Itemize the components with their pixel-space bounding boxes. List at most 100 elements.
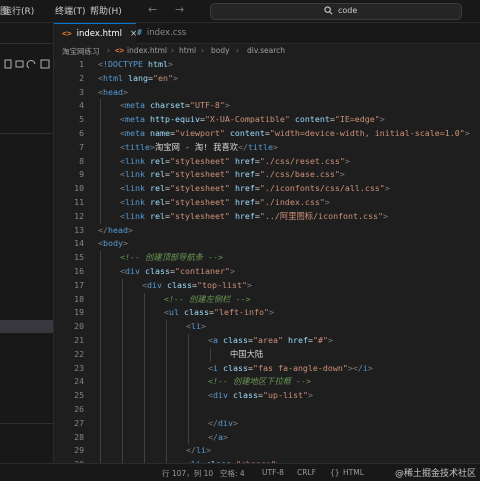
indent-guide: [100, 306, 101, 321]
indent-guide: [100, 347, 101, 362]
code-line[interactable]: <meta http-equiv="X-UA-Compatible" conte…: [120, 113, 385, 127]
menu-terminal[interactable]: 终端(T): [55, 4, 86, 17]
code-line[interactable]: <div class="contianer">: [120, 265, 235, 279]
indent-guide: [166, 347, 167, 362]
code-line[interactable]: <head>: [98, 86, 128, 100]
code-line[interactable]: <link rel="stylesheet" href="./iconfonts…: [120, 182, 390, 196]
code-line[interactable]: </head>: [98, 224, 133, 238]
indent-guide: [100, 430, 101, 445]
indent-guide: [100, 182, 101, 196]
encoding[interactable]: UTF-8: [262, 468, 284, 477]
indent-guide: [122, 416, 123, 431]
code-token: href: [234, 169, 255, 180]
sidebar-divider: [0, 43, 53, 44]
breadcrumb-item[interactable]: 淘宝网练习: [62, 46, 100, 57]
chevron-right-icon: ›: [107, 46, 110, 55]
line-number: 13: [74, 224, 84, 235]
code-line[interactable]: </div>: [208, 417, 238, 431]
explorer-actions-icons[interactable]: [4, 59, 52, 69]
indent-guide: [144, 292, 145, 307]
selected-file-row[interactable]: [0, 320, 53, 333]
cursor-position[interactable]: 行 107，列 10: [162, 468, 213, 479]
code-token: </: [208, 431, 218, 442]
braces-icon: {}: [330, 468, 340, 477]
code-token: class: [223, 335, 248, 345]
tab-index-css[interactable]: # index.css: [129, 23, 213, 43]
breadcrumb-item[interactable]: html: [179, 46, 196, 55]
code-line[interactable]: <title>淘宝网 - 淘! 我喜欢</title>: [120, 141, 278, 155]
code-token: "./index.css": [259, 197, 325, 207]
code-line[interactable]: <link rel="stylesheet" href="./css/reset…: [120, 155, 350, 169]
code-line[interactable]: <!-- 创建顶部导航条 -->: [120, 251, 223, 265]
line-number: 8: [79, 155, 84, 166]
sidebar-divider: [0, 423, 53, 424]
code-editor[interactable]: 1 <!DOCTYPE html> 2 <html lang="en"> 3 <head>…: [54, 58, 480, 463]
code-line[interactable]: <!DOCTYPE html>: [98, 58, 173, 72]
language-mode[interactable]: HTML: [343, 468, 364, 477]
code-token: >: [384, 183, 390, 194]
code-line[interactable]: <link rel="stylesheet" href="../阿里图标/ico…: [120, 210, 388, 224]
indent-guide: [188, 375, 189, 390]
code-token: "UTF-8": [189, 100, 225, 111]
indent-guide: [166, 416, 167, 431]
indent-guide: [166, 430, 167, 445]
indent-guide: [122, 306, 123, 321]
explorer-sidebar: [0, 23, 54, 480]
code-line[interactable]: <!-- 创建左侧栏 -->: [164, 293, 250, 307]
code-line[interactable]: <meta name="viewport" content="width=dev…: [120, 127, 470, 141]
line-number: 15: [74, 252, 84, 263]
code-token: "../阿里图标/iconfont.css": [259, 210, 384, 221]
back-arrow-icon[interactable]: ←: [148, 3, 157, 16]
code-token: "X-UA-Compatible": [204, 114, 290, 125]
code-token: link: [125, 210, 145, 221]
html-file-icon: <>: [115, 46, 125, 55]
forward-arrow-icon[interactable]: →: [175, 3, 184, 16]
code-line[interactable]: <ul class="left-info">: [164, 306, 274, 320]
code-line[interactable]: <link rel="stylesheet" href="./index.css…: [120, 196, 330, 210]
code-line[interactable]: 中国大陆: [230, 348, 263, 362]
indent-guide: [122, 292, 123, 307]
code-line[interactable]: </a>: [208, 431, 228, 445]
indent-guide: [100, 403, 101, 417]
breadcrumb-item[interactable]: div.search: [247, 46, 285, 55]
line-number: 9: [79, 169, 84, 180]
menu-help[interactable]: 帮助(H): [90, 4, 122, 17]
breadcrumb-item[interactable]: index.html: [127, 46, 167, 55]
code-line[interactable]: <div class="top-list">: [142, 279, 252, 293]
code-token: >: [339, 169, 345, 180]
indentation-setting[interactable]: 空格: 4: [220, 468, 245, 479]
indent-guide: [166, 320, 167, 334]
code-token: class: [145, 266, 170, 276]
code-token: href: [287, 335, 308, 345]
code-line[interactable]: <html lang="en">: [98, 72, 178, 86]
code-token: div: [147, 279, 162, 290]
css-file-icon: #: [137, 28, 142, 37]
code-token: meta: [125, 128, 145, 138]
indent-guide: [122, 375, 123, 390]
code-line[interactable]: <i class="fas fa-angle-down"></i>: [208, 362, 373, 376]
sidebar-divider: [0, 133, 53, 134]
indent-guide: [144, 347, 145, 362]
code-line[interactable]: </li>: [186, 444, 211, 458]
code-token: "IE=edge": [334, 114, 380, 125]
code-token: class: [233, 390, 258, 401]
code-line[interactable]: <a class="area" href="#">: [208, 334, 333, 348]
code-line[interactable]: <meta charset="UTF-8">: [120, 99, 230, 113]
breadcrumb-item[interactable]: body: [211, 46, 230, 55]
code-line[interactable]: <div class="up-list">: [208, 389, 313, 403]
code-line[interactable]: <li>: [186, 320, 206, 334]
indent-guide: [144, 320, 145, 334]
indent-guide: [122, 347, 123, 362]
command-center-search[interactable]: code: [210, 3, 462, 20]
code-line[interactable]: <link rel="stylesheet" href="./css/base.…: [120, 168, 345, 182]
indent-guide: [100, 265, 101, 279]
code-line[interactable]: <body>: [98, 237, 128, 251]
line-ending[interactable]: CRLF: [297, 468, 316, 477]
tab-index-html[interactable]: <> index.html ×: [54, 23, 137, 44]
code-token: div: [125, 266, 140, 276]
code-line[interactable]: <!-- 创建地区下拉框 -->: [208, 375, 311, 389]
line-number: 22: [74, 348, 84, 359]
title-bar: 图 运行(R) 终端(T) 帮助(H) ← → code: [0, 0, 480, 23]
code-token: class: [184, 307, 209, 318]
menu-view[interactable]: 运行(R): [3, 4, 34, 17]
